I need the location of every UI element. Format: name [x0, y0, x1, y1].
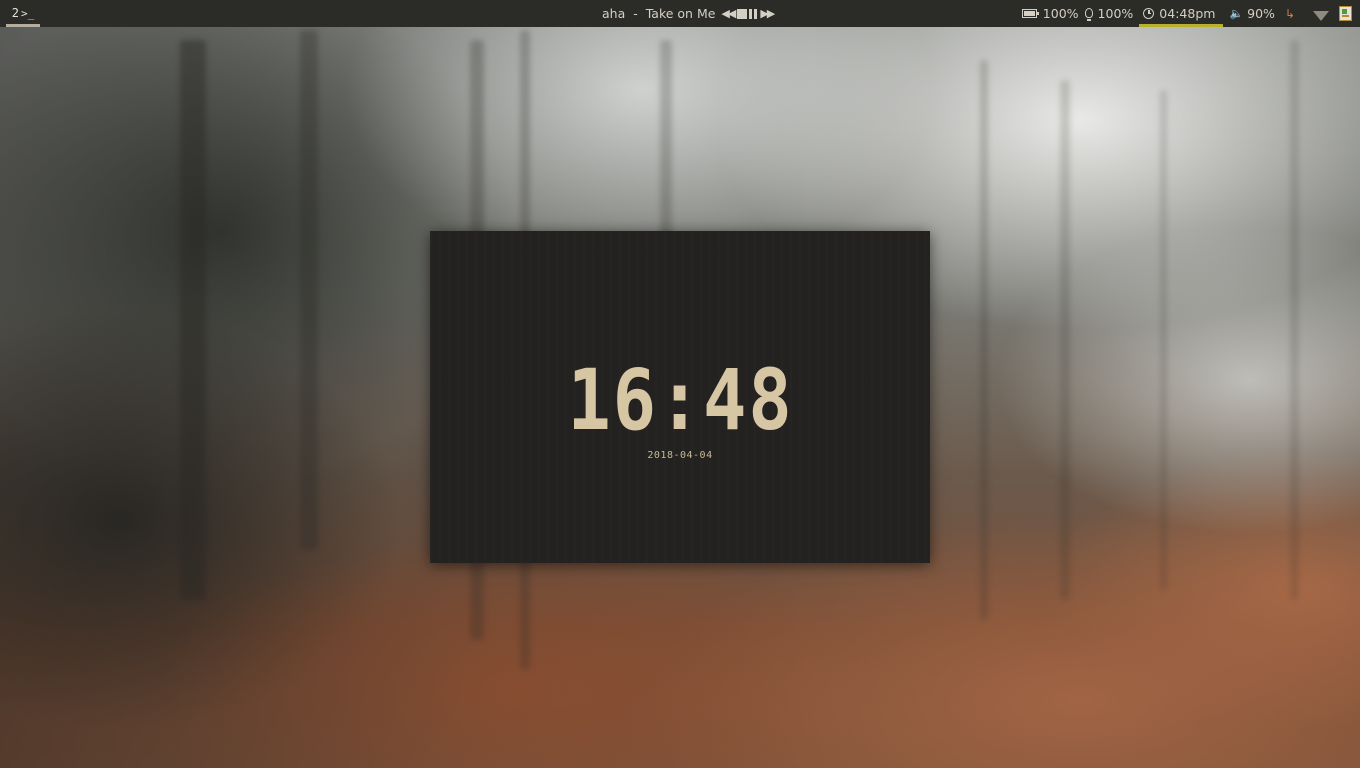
terminal-icon: >_ [20, 6, 35, 20]
tray-app-icon[interactable] [1339, 6, 1352, 21]
clock-module[interactable]: 04:48pm [1139, 0, 1224, 27]
media-artist: aha [602, 6, 626, 21]
bulb-icon [1084, 7, 1093, 21]
media-player-module: aha - Take on Me ◀◀ ▶▶ [602, 0, 775, 27]
workspace-indicator[interactable]: 2 >_ [6, 0, 40, 27]
status-area: 100% 100% 04:48pm 🔈 90% ↳ [1021, 0, 1354, 27]
lock-time-container: 16:48 [430, 351, 930, 449]
previous-icon[interactable]: ◀◀ [721, 8, 736, 19]
media-separator: - [629, 6, 642, 21]
stop-icon[interactable] [737, 8, 748, 19]
volume-level: 90% [1247, 6, 1275, 21]
clock-icon [1143, 7, 1155, 19]
battery-module[interactable]: 100% [1021, 0, 1085, 27]
next-icon[interactable]: ▶▶ [760, 8, 775, 19]
brightness-level: 100% [1097, 6, 1134, 21]
power-icon[interactable]: ↳ [1285, 7, 1295, 21]
media-track-title: Take on Me [645, 6, 716, 21]
wifi-icon[interactable] [1313, 10, 1329, 21]
workspace-number: 2 [11, 6, 19, 20]
battery-icon [1021, 9, 1039, 18]
brightness-module[interactable]: 100% [1084, 0, 1140, 27]
clock-time: 04:48pm [1159, 5, 1216, 21]
battery-level: 100% [1042, 6, 1079, 21]
lock-screen-clock-panel: 16:48 2018-04-04 [430, 231, 930, 563]
lock-date: 2018-04-04 [647, 450, 713, 461]
pause-icon[interactable] [749, 8, 758, 19]
top-panel: 2 >_ aha - Take on Me ◀◀ ▶▶ 100% 100% 04… [0, 0, 1360, 27]
lock-time: 16:48 [566, 351, 794, 449]
speaker-icon: 🔈 [1229, 7, 1244, 20]
volume-module[interactable]: 🔈 90% [1229, 0, 1281, 27]
media-controls: ◀◀ ▶▶ [721, 8, 775, 19]
